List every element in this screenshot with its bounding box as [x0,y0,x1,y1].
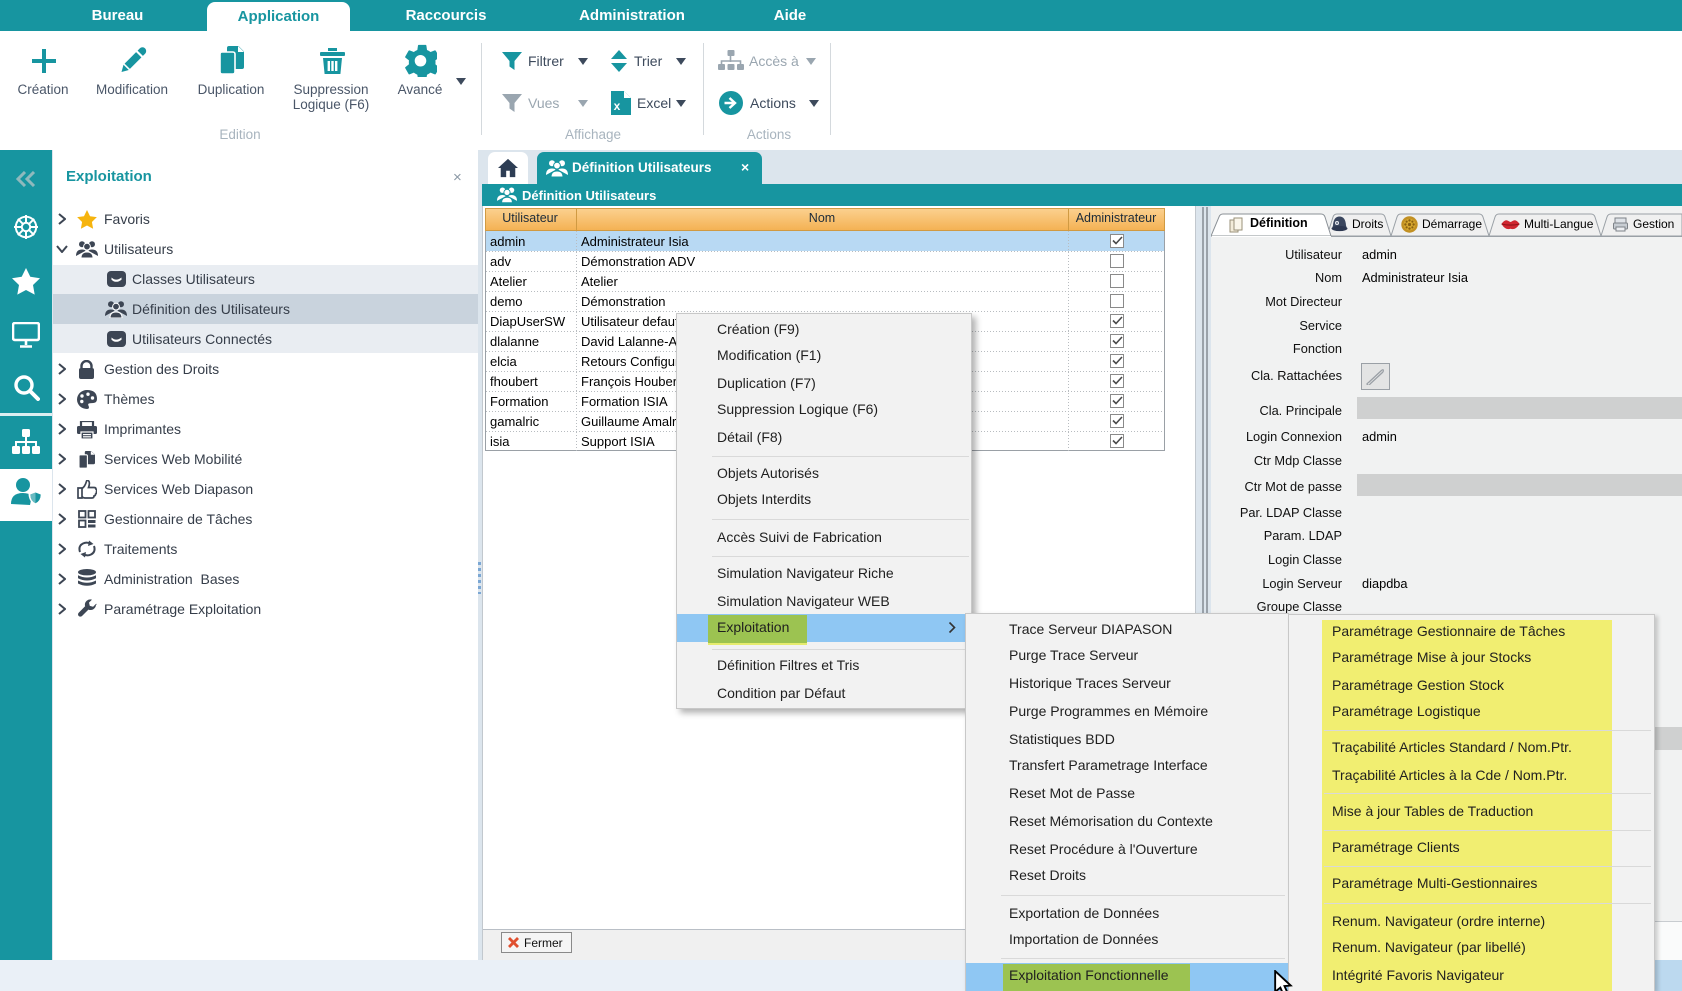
svg-text:x: x [614,99,621,113]
